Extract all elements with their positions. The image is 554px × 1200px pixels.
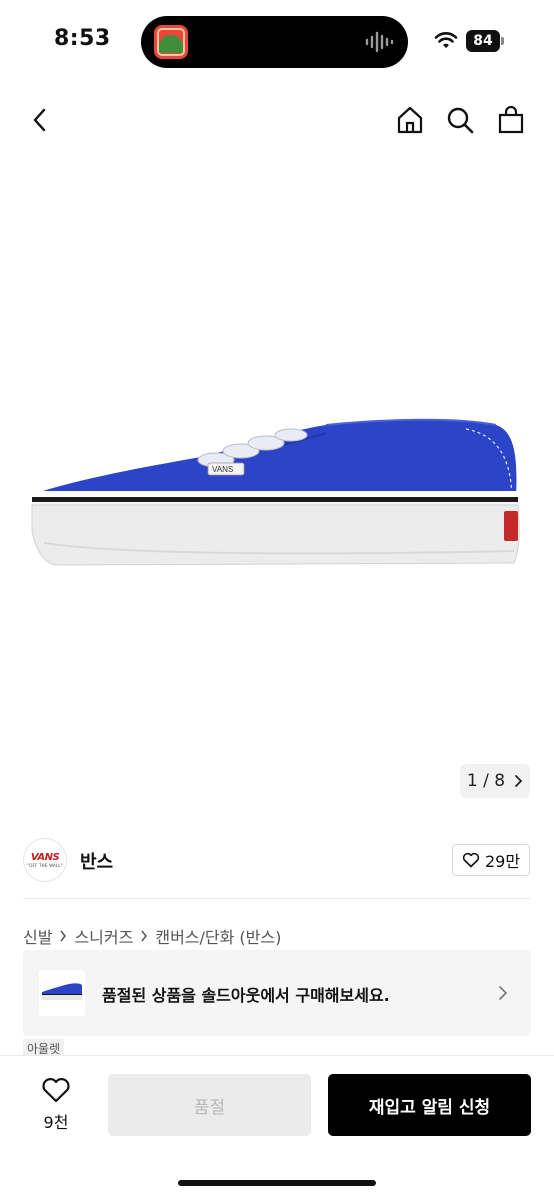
battery-icon: 84: [466, 30, 504, 52]
divider: [23, 898, 530, 899]
gallery-counter[interactable]: 1 / 8: [460, 764, 530, 798]
soldout-button: 품절: [108, 1074, 311, 1136]
restock-alert-button[interactable]: 재입고 알림 신청: [328, 1074, 531, 1136]
chevron-right-icon: [499, 986, 508, 1000]
product-shoe-image[interactable]: VANS: [26, 415, 526, 570]
chevron-right-icon: [141, 930, 148, 942]
battery-level: 84: [466, 30, 500, 52]
breadcrumb-item[interactable]: 신발: [23, 924, 52, 948]
breadcrumb-item[interactable]: 캔버스/단화 (반스): [155, 924, 281, 948]
dynamic-island: [141, 16, 408, 68]
sound-wave-icon: [365, 31, 394, 53]
app-icon: [154, 25, 188, 59]
heart-icon: [462, 852, 480, 868]
brand-logo-subtext: "OFF THE WALL": [27, 863, 63, 868]
brand-logo-text: VANS: [30, 852, 60, 863]
shopping-bag-icon: [498, 105, 524, 134]
soldout-thumbnail: [39, 970, 85, 1016]
product-like-button[interactable]: 9천: [30, 1076, 82, 1136]
soldout-banner[interactable]: 품절된 상품을 솔드아웃에서 구매해보세요.: [23, 950, 531, 1036]
bottom-action-bar: 9천 품절 재입고 알림 신청: [0, 1055, 554, 1200]
chevron-right-icon: [515, 775, 523, 787]
home-button[interactable]: [392, 102, 428, 138]
product-like-count: 9천: [43, 1113, 69, 1132]
gallery-counter-text: 1 / 8: [466, 771, 506, 791]
search-button[interactable]: [442, 102, 478, 138]
status-time: 8:53: [54, 26, 111, 51]
search-icon: [447, 107, 474, 134]
brand-like-button[interactable]: 29만: [452, 844, 530, 876]
back-chevron-icon: [33, 108, 46, 132]
wifi-icon: [434, 32, 458, 48]
brand-like-count: 29만: [484, 852, 521, 871]
brand-logo[interactable]: VANS "OFF THE WALL": [23, 838, 67, 882]
chevron-right-icon: [60, 930, 67, 942]
svg-text:VANS: VANS: [212, 465, 233, 474]
home-icon: [397, 106, 423, 134]
cart-button[interactable]: [493, 102, 529, 138]
brand-row: VANS "OFF THE WALL" 반스 29만: [0, 828, 554, 890]
back-button[interactable]: [22, 102, 58, 138]
top-nav-bar: [0, 90, 554, 150]
breadcrumb: 신발 스니커즈 캔버스/단화 (반스): [23, 924, 281, 948]
heart-icon: [42, 1078, 70, 1103]
home-indicator[interactable]: [178, 1180, 376, 1186]
breadcrumb-item[interactable]: 스니커즈: [74, 924, 133, 948]
status-bar: 8:53 84: [0, 0, 554, 80]
brand-name[interactable]: 반스: [80, 848, 113, 874]
soldout-banner-text: 품절된 상품을 솔드아웃에서 구매해보세요.: [102, 986, 390, 1005]
